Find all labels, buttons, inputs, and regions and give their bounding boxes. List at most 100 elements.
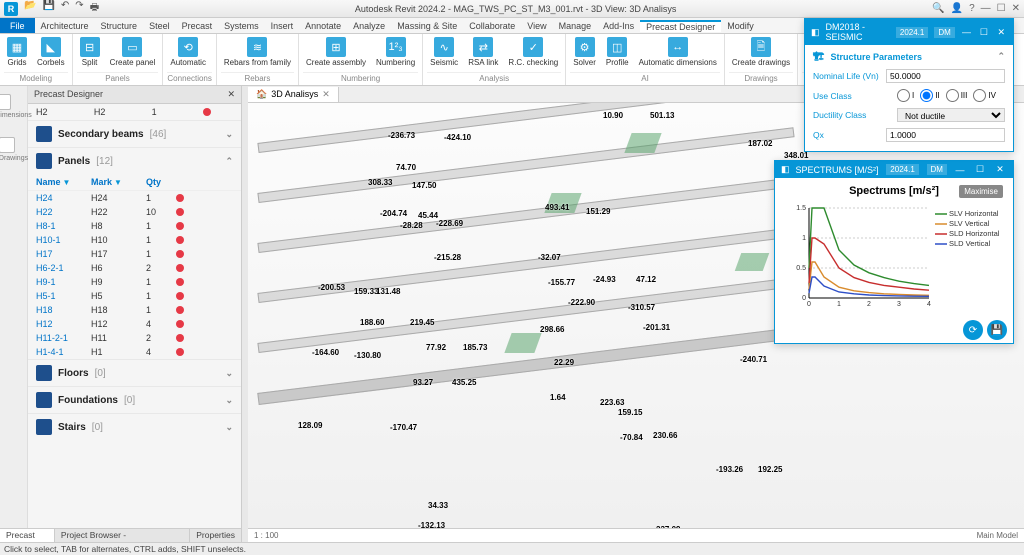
table-row[interactable]: H6-2-1H62 (28, 261, 241, 275)
ribbon-solver[interactable]: ⚙Solver (570, 36, 599, 72)
filter-icon[interactable]: ▼ (63, 178, 71, 187)
tab-precast[interactable]: Precast (176, 21, 219, 31)
load-annotation: 230.66 (653, 431, 677, 440)
tab-systems[interactable]: Systems (218, 21, 265, 31)
title-bar: R 📂 💾 ↶ ↷ 🖶 Autodesk Revit 2024.2 - MAG_… (0, 0, 1024, 18)
tab-manage[interactable]: Manage (553, 21, 598, 31)
qat-undo-icon[interactable]: ↶ (61, 0, 69, 17)
close-icon[interactable]: ✕ (1012, 3, 1020, 14)
ribbon-create-panel[interactable]: ▭Create panel (107, 36, 159, 72)
maximise-button[interactable]: Maximise (959, 185, 1003, 198)
ribbon-corbels[interactable]: ◣Corbels (34, 36, 68, 72)
useclass-I[interactable]: I (897, 89, 914, 102)
view-tab-3d-analisys[interactable]: 🏠 3D Analisys ✕ (248, 87, 339, 102)
ribbon-split[interactable]: ⊟Split (77, 36, 103, 72)
close-icon[interactable]: ✕ (993, 164, 1007, 175)
ribbon-rsa-link[interactable]: ⇄RSA link (465, 36, 501, 72)
help-icon[interactable]: ? (969, 3, 975, 14)
table-row[interactable]: H18H181 (28, 303, 241, 317)
table-row[interactable]: H9-1H91 (28, 275, 241, 289)
tab-structure[interactable]: Structure (95, 21, 144, 31)
tab-massing-site[interactable]: Massing & Site (391, 21, 463, 31)
qat-print-icon[interactable]: 🖶 (90, 0, 99, 17)
section-secondary-beams[interactable]: Secondary beams [46] ⌄ (28, 120, 241, 147)
tab-annotate[interactable]: Annotate (299, 21, 347, 31)
section-floors[interactable]: Floors [0] ⌄ (28, 359, 241, 386)
table-row[interactable]: H22H2210 (28, 205, 241, 219)
load-annotation: -24.93 (593, 275, 616, 284)
ribbon-automatic[interactable]: ⟲Automatic (167, 36, 209, 72)
save-button[interactable]: 💾 (987, 320, 1007, 340)
tab-architecture[interactable]: Architecture (35, 21, 95, 31)
strip-drawings[interactable]: Drawings (0, 137, 28, 162)
section-foundations[interactable]: Foundations [0] ⌄ (28, 386, 241, 413)
close-icon[interactable]: ✕ (996, 27, 1007, 38)
ribbon-r-c-checking[interactable]: ✓R.C. checking (505, 36, 561, 72)
ribbon-automatic-dimensions[interactable]: ↔Automatic dimensions (636, 36, 720, 72)
spectrums-header[interactable]: ◧ SPECTRUMS [M/S²] 2024.1 DM — ☐ ✕ (775, 161, 1013, 178)
split-icon: ⊟ (80, 37, 100, 57)
maximize-icon[interactable]: ☐ (978, 27, 989, 38)
ribbon-rebars-from-family[interactable]: ≋Rebars from family (221, 36, 294, 72)
ribbon-create-drawings[interactable]: 🗎Create drawings (729, 36, 793, 72)
tab-add-ins[interactable]: Add-Ins (597, 21, 640, 31)
table-row[interactable]: H12H124 (28, 317, 241, 331)
create-assembly-icon: ⊞ (326, 37, 346, 57)
useclass-IV[interactable]: IV (973, 89, 996, 102)
ribbon-numbering[interactable]: 1²₃Numbering (373, 36, 418, 72)
close-tab-icon[interactable]: ✕ (322, 89, 330, 100)
footer-tab-project-browser[interactable]: Project Browser - MAG_TWS_PC_ST_M3_001.r… (55, 529, 190, 542)
seismic-header[interactable]: ◧ DM2018 - SEISMIC 2024.1 DM — ☐ ✕ (805, 19, 1013, 45)
chevron-up-icon[interactable]: ⌃ (997, 51, 1005, 62)
tab-modify[interactable]: Modify (721, 21, 760, 31)
minimize-icon[interactable]: — (981, 3, 991, 14)
table-row[interactable]: H24H241 (28, 191, 241, 205)
tab-collaborate[interactable]: Collaborate (463, 21, 521, 31)
ribbon-seismic[interactable]: ∿Seismic (427, 36, 461, 72)
section-stairs[interactable]: Stairs [0] ⌄ (28, 413, 241, 440)
ribbon-profile[interactable]: ◫Profile (603, 36, 632, 72)
ribbon-grids[interactable]: ▦Grids (4, 36, 30, 72)
view-scale[interactable]: 1 : 100 (254, 531, 278, 540)
useclass-III[interactable]: III (946, 89, 968, 102)
load-annotation: -130.80 (354, 351, 381, 360)
table-row[interactable]: H17H171 (28, 247, 241, 261)
table-row[interactable]: H5-1H51 (28, 289, 241, 303)
tab-precast-designer[interactable]: Precast Designer (640, 20, 721, 32)
qat-redo-icon[interactable]: ↷ (75, 0, 83, 17)
table-row[interactable]: H1-4-1H14 (28, 345, 241, 359)
maximize-icon[interactable]: ☐ (997, 3, 1006, 14)
qx-input[interactable] (886, 128, 1005, 142)
footer-tab-precast[interactable]: Precast Designer (0, 529, 55, 542)
table-row[interactable]: H11-2-1H112 (28, 331, 241, 345)
tab-steel[interactable]: Steel (143, 21, 176, 31)
table-row[interactable]: H10-1H101 (28, 233, 241, 247)
panel-close-icon[interactable]: ✕ (227, 89, 235, 100)
tab-insert[interactable]: Insert (265, 21, 300, 31)
row-h2[interactable]: H2 H2 1 (28, 104, 241, 120)
minimize-icon[interactable]: — (961, 27, 972, 37)
status-dot (176, 278, 184, 286)
ribbon-create-assembly[interactable]: ⊞Create assembly (303, 36, 369, 72)
section-panels[interactable]: Panels [12] ⌃ (28, 147, 241, 174)
svg-text:0: 0 (802, 295, 806, 302)
tab-file[interactable]: File (0, 18, 35, 33)
tab-analyze[interactable]: Analyze (347, 21, 391, 31)
tab-view[interactable]: View (521, 21, 552, 31)
maximize-icon[interactable]: ☐ (973, 164, 987, 175)
chevron-down-icon: ⌄ (225, 129, 233, 140)
ductility-select[interactable]: Not ductile (897, 108, 1005, 122)
filter-icon[interactable]: ▼ (114, 178, 122, 187)
user-icon[interactable]: 👤 (951, 3, 963, 14)
refresh-button[interactable]: ⟳ (963, 320, 983, 340)
search-icon[interactable]: 🔍 (932, 3, 944, 14)
qat-save-icon[interactable]: 💾 (42, 0, 54, 17)
table-row[interactable]: H8-1H81 (28, 219, 241, 233)
nominal-life-input[interactable] (886, 69, 1005, 83)
footer-tab-properties[interactable]: Properties (190, 529, 242, 542)
view-model-name[interactable]: Main Model (977, 531, 1018, 540)
minimize-icon[interactable]: — (953, 165, 967, 175)
qat-open-icon[interactable]: 📂 (24, 0, 36, 17)
useclass-II[interactable]: II (920, 89, 939, 102)
app-logo[interactable]: R (4, 2, 18, 16)
